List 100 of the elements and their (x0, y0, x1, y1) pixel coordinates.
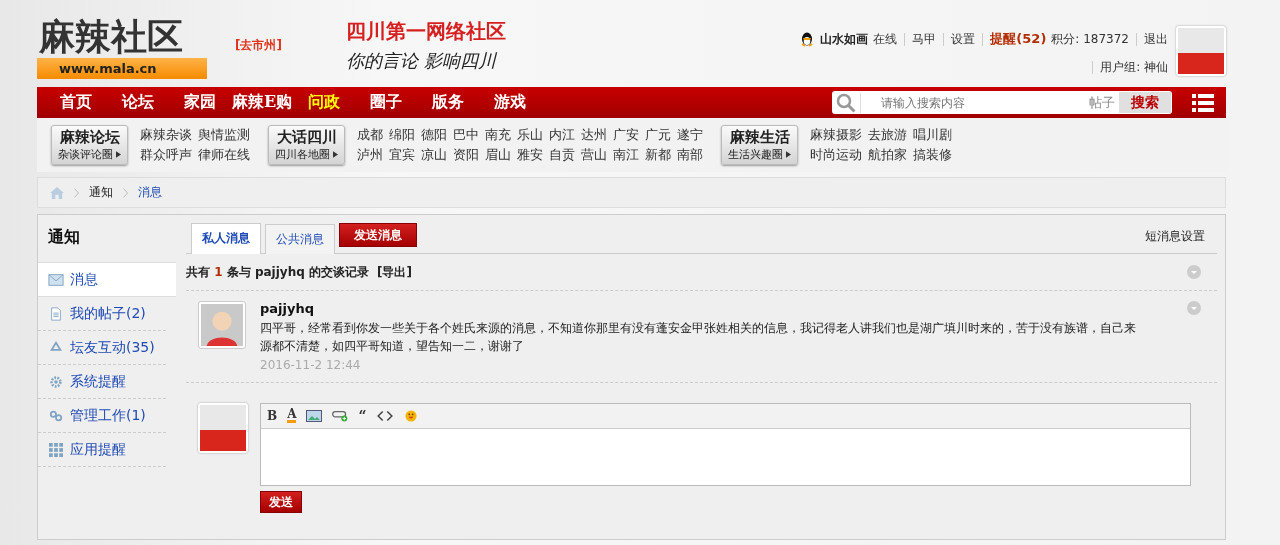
chevron-icon (74, 187, 79, 198)
logo-title: 麻辣社区 (38, 14, 184, 58)
link-add-icon[interactable] (332, 410, 349, 422)
section-link[interactable]: 眉山 (485, 146, 511, 164)
send-button[interactable]: 发送 (260, 491, 302, 513)
slogan-title: 四川第一网络社区 (345, 18, 506, 45)
quote-button[interactable]: “ (358, 408, 367, 424)
city-link[interactable]: [去市州] (235, 37, 282, 54)
logout-link[interactable]: 退出 (1144, 30, 1168, 48)
user-link[interactable]: 马甲 (912, 30, 937, 48)
nav-item[interactable]: 游戏 (479, 92, 541, 113)
section-link[interactable]: 凉山 (421, 146, 447, 164)
triangle-icon (333, 151, 338, 158)
nav-item[interactable]: 麻辣E购 (231, 92, 293, 113)
username-link[interactable]: 山水如画 (820, 30, 869, 48)
tab[interactable]: 公共消息 (265, 224, 335, 254)
section-link[interactable]: 航拍家 (868, 146, 907, 164)
message-settings-link[interactable]: 短消息设置 (1145, 228, 1205, 245)
search-field[interactable]: 请输入搜索内容 帖子 搜索 (832, 91, 1172, 114)
section-link[interactable]: 达州 (581, 126, 607, 144)
summary-text: 共有 1 条与 pajjyhq 的交谈记录 (186, 263, 369, 281)
nav-item[interactable]: 家园 (169, 92, 231, 113)
menu-icon[interactable] (1192, 93, 1214, 112)
sidebar-item[interactable]: 坛友互动(35) (38, 331, 166, 365)
section-link[interactable]: 广安 (613, 126, 639, 144)
avatar-silhouette[interactable] (198, 301, 246, 349)
code-icon[interactable] (376, 410, 393, 422)
nav-item[interactable]: 版务 (417, 92, 479, 113)
bold-button[interactable]: B (267, 409, 278, 423)
sidebar-item[interactable]: 管理工作(1) (38, 399, 166, 433)
sidebar-item[interactable]: 我的帖子(2) (38, 297, 166, 331)
nav-item[interactable]: 问政 (293, 92, 355, 113)
section-link[interactable]: 巴中 (453, 126, 479, 144)
user-avatar[interactable] (198, 403, 248, 453)
breadcrumb-link[interactable]: 消息 (138, 184, 162, 201)
section-link[interactable]: 南部 (677, 146, 703, 164)
section-link[interactable]: 律师在线 (198, 146, 250, 164)
section-link[interactable]: 唱川剧 (913, 126, 952, 144)
sidebar-item[interactable]: 应用提醒 (38, 433, 166, 467)
section-link[interactable]: 新都 (645, 146, 671, 164)
user-avatar[interactable] (1176, 26, 1226, 76)
image-icon[interactable] (306, 410, 323, 422)
envelope-icon (48, 272, 64, 287)
slogan-text: 你的言论 影响四川 (345, 49, 498, 73)
section-link[interactable]: 群众呼声 (140, 146, 192, 164)
search-scope[interactable]: 帖子 (1089, 93, 1115, 112)
export-link[interactable]: [导出] (376, 263, 412, 281)
send-message-button[interactable]: 发送消息 (339, 223, 417, 247)
points-text: 积分: 187372 (1051, 30, 1129, 48)
section-link[interactable]: 绵阳 (389, 126, 415, 144)
logo-url: www.mala.cn (37, 58, 207, 79)
nav-item[interactable]: 论坛 (107, 92, 169, 113)
section-link[interactable]: 南充 (485, 126, 511, 144)
gear-icon (48, 374, 64, 389)
section-link[interactable]: 营山 (581, 146, 607, 164)
section-link[interactable]: 南江 (613, 146, 639, 164)
section-link[interactable]: 内江 (549, 126, 575, 144)
sidebar-item[interactable]: 系统提醒 (38, 365, 166, 399)
section-link[interactable]: 遂宁 (677, 126, 703, 144)
section-button[interactable]: 麻辣论坛 杂谈评论圈 (51, 125, 128, 165)
document-icon (48, 306, 64, 321)
breadcrumb-link[interactable]: 通知 (89, 184, 113, 201)
search-button[interactable]: 搜索 (1119, 92, 1171, 113)
user-link[interactable]: 设置 (951, 30, 976, 48)
chain-icon (48, 408, 64, 423)
user-group-text: 用户组: 神仙 (1100, 59, 1168, 76)
message-text: 四平哥，经常看到你发一些关于各个姓氏来源的消息，不知道你那里有没有蓬安金甲张姓相关的信息，我记得老人讲我们也是湖广填川时来的，苦于没有族谱，自己来源都不清楚，如四平哥知道，望告知一二，谢谢了 (260, 320, 1137, 355)
search-icon (836, 92, 861, 113)
message-author[interactable]: pajjyhq (260, 301, 315, 316)
triangle-icon (116, 151, 121, 158)
sidebar-item[interactable]: 消息 (38, 262, 176, 297)
section-link[interactable]: 德阳 (421, 126, 447, 144)
chevron-icon (123, 187, 128, 198)
section-link[interactable]: 宜宾 (389, 146, 415, 164)
reminder-link[interactable]: 提醒(52) (990, 30, 1047, 48)
section-button[interactable]: 麻辣生活 生活兴趣圈 (721, 125, 798, 165)
tab[interactable]: 私人消息 (191, 223, 261, 254)
section-link[interactable]: 去旅游 (868, 126, 907, 144)
section-link[interactable]: 自贡 (549, 146, 575, 164)
section-link[interactable]: 麻辣摄影 (810, 126, 862, 144)
section-link[interactable]: 广元 (645, 126, 671, 144)
section-link[interactable]: 雅安 (517, 146, 543, 164)
message-editor[interactable]: B A “ (260, 403, 1191, 486)
message-time: 2016-11-2 12:44 (260, 358, 361, 372)
nav-item[interactable]: 圈子 (355, 92, 417, 113)
section-link[interactable]: 搞装修 (913, 146, 952, 164)
section-link[interactable]: 泸州 (357, 146, 383, 164)
grid-icon (48, 442, 64, 457)
section-link[interactable]: 乐山 (517, 126, 543, 144)
section-button[interactable]: 大话四川 四川各地圈 (268, 125, 345, 165)
text-color-button[interactable]: A (287, 409, 297, 423)
section-link[interactable]: 资阳 (453, 146, 479, 164)
section-link[interactable]: 麻辣杂谈 (140, 126, 192, 144)
section-link[interactable]: 时尚运动 (810, 146, 862, 164)
section-link[interactable]: 舆情监测 (198, 126, 250, 144)
nav-item[interactable]: 首页 (45, 92, 107, 113)
site-logo[interactable]: 麻辣社区 www.mala.cn (37, 14, 207, 82)
triangle-icon (786, 151, 791, 158)
section-link[interactable]: 成都 (357, 126, 383, 144)
online-status: 在线 (873, 30, 898, 48)
